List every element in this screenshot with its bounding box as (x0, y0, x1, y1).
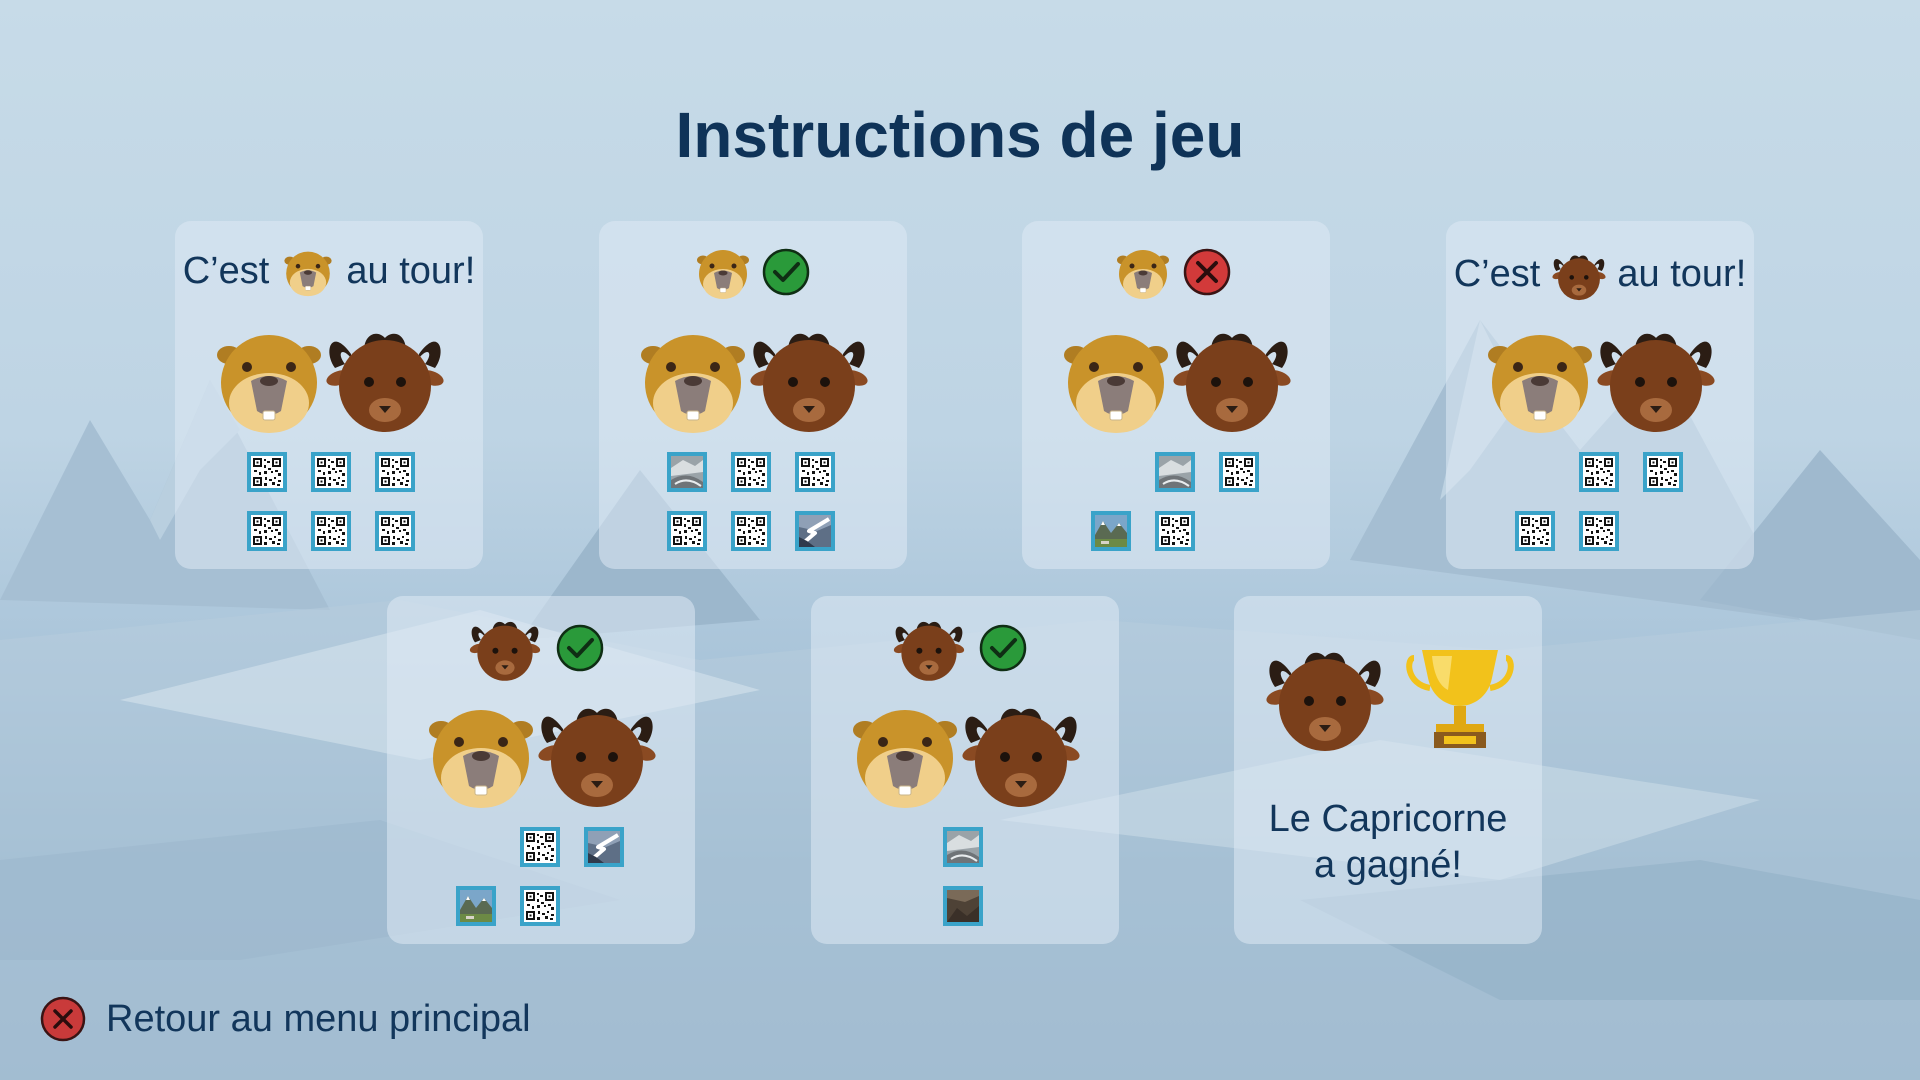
ibex-icon (748, 333, 870, 432)
back-to-menu-button[interactable]: Retour au menu principal (40, 996, 531, 1042)
card-illustration (216, 333, 446, 551)
winner-message: Le Capricorne a gagné! (1234, 796, 1542, 888)
qr-tile (667, 511, 707, 551)
marmot-icon (428, 709, 534, 809)
photo-tile-river (793, 509, 837, 553)
instruction-card-ibex-turn: C’est au tour! (1446, 221, 1754, 569)
instruction-card-winner: Le Capricorne a gagné! (1234, 596, 1542, 944)
page-title: Instructions de jeu (675, 99, 1245, 171)
instruction-card-ibex-correct-again (811, 596, 1119, 944)
qr-tile (247, 452, 287, 492)
card-illustration (428, 621, 658, 926)
qr-tile (731, 511, 771, 551)
marmot-icon (852, 709, 958, 809)
photo-tile-glacier (1154, 451, 1196, 493)
photo-tile-rock (943, 886, 983, 926)
check-icon (762, 248, 810, 296)
winner-line-2: a gagné! (1314, 844, 1462, 886)
qr-tile (375, 511, 415, 551)
photo-tile-glacier (666, 451, 708, 493)
qr-tile (1643, 452, 1683, 492)
qr-tile (731, 452, 771, 492)
ibex-icon (960, 708, 1082, 807)
card-illustration (1264, 596, 1542, 751)
qr-tile (795, 452, 835, 492)
marmot-icon (640, 334, 746, 434)
qr-tile (1155, 511, 1195, 551)
marmot-icon (216, 334, 322, 434)
marmot-mini-icon (1116, 249, 1170, 300)
qr-tile (1579, 452, 1619, 492)
qr-tile (520, 827, 560, 867)
ibex-icon (1171, 333, 1293, 432)
marmot-mini-icon (696, 249, 750, 300)
qr-tile (311, 511, 351, 551)
qr-tile (311, 452, 351, 492)
ibex-icon (1595, 333, 1717, 432)
photo-tile-valley (1091, 511, 1131, 551)
photo-tile-glacier (942, 826, 984, 868)
card-illustration (640, 248, 870, 553)
qr-tile (1219, 452, 1259, 492)
ibex-icon (324, 333, 446, 432)
ibex-mini-icon (468, 621, 542, 681)
instruction-card-marmot-wrong (1022, 221, 1330, 569)
qr-tile (375, 452, 415, 492)
instruction-card-marmot-turn: C’est au tour! (175, 221, 483, 569)
card-illustration (1063, 248, 1293, 551)
card-illustration (852, 621, 1082, 926)
marmot-icon (1063, 334, 1169, 434)
winner-line-1: Le Capricorne (1268, 798, 1508, 840)
instruction-card-marmot-correct (599, 221, 907, 569)
ibex-icon (1264, 652, 1386, 751)
qr-tile (520, 886, 560, 926)
qr-tile (247, 511, 287, 551)
trophy-icon (1409, 650, 1511, 748)
instruction-card-ibex-correct (387, 596, 695, 944)
card-illustration (1487, 333, 1717, 551)
ibex-mini-icon (892, 621, 966, 681)
qr-tile (1515, 511, 1555, 551)
marmot-icon (1487, 334, 1593, 434)
close-circle-icon[interactable] (40, 996, 86, 1042)
check-icon (556, 624, 604, 672)
cross-icon (1183, 248, 1231, 296)
check-icon (979, 624, 1027, 672)
photo-tile-river (582, 825, 626, 869)
ibex-icon (536, 708, 658, 807)
qr-tile (1579, 511, 1619, 551)
back-to-menu-label[interactable]: Retour au menu principal (106, 998, 531, 1041)
photo-tile-valley (456, 886, 496, 926)
